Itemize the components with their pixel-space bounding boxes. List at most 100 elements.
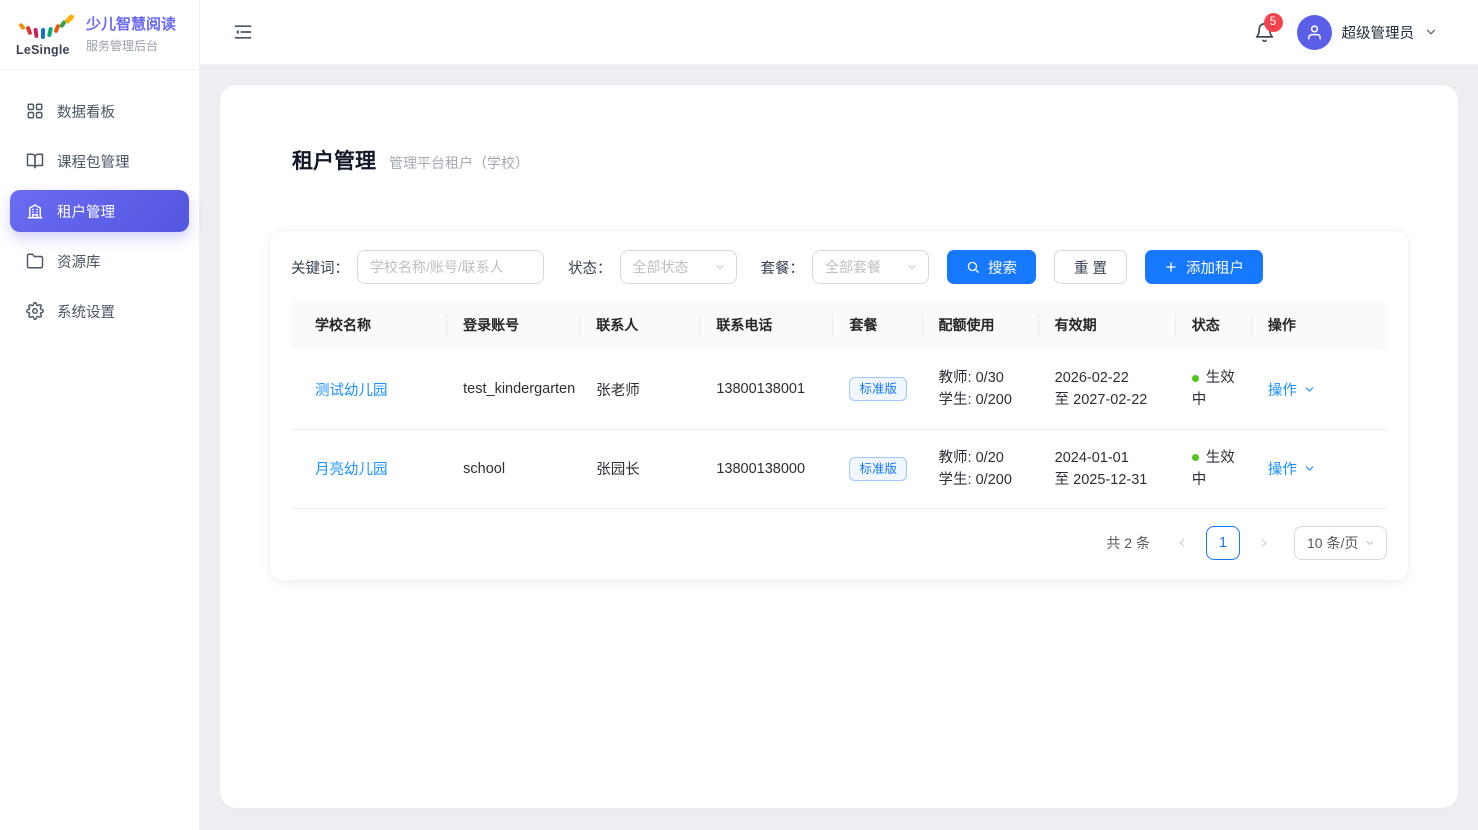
action-cell: 操作 xyxy=(1252,429,1387,508)
row-action-button[interactable]: 操作 xyxy=(1268,458,1316,479)
school-name-cell: 月亮幼儿园 xyxy=(291,429,447,508)
col-action: 操作 xyxy=(1252,300,1387,350)
chevron-down-icon xyxy=(906,261,918,273)
brand-title: 少儿智慧阅读 xyxy=(86,15,176,35)
sidebar-item-settings[interactable]: 系统设置 xyxy=(10,290,189,332)
page-subtitle: 管理平台租户（学校） xyxy=(389,153,529,173)
quota-teacher: 教师: 0/20 xyxy=(939,447,1027,469)
sidebar-menu: 数据看板 课程包管理 租户管理 资源库 xyxy=(0,70,199,352)
chevron-down-icon xyxy=(1424,25,1438,39)
sidebar-item-tenants[interactable]: 租户管理 xyxy=(10,190,189,232)
status-select-value: 全部状态 xyxy=(633,257,689,277)
quota-cell: 教师: 0/20学生: 0/200 xyxy=(923,429,1039,508)
package-cell: 标准版 xyxy=(833,429,922,508)
phone-cell: 13800138001 xyxy=(700,350,833,429)
sidebar-item-course-packages[interactable]: 课程包管理 xyxy=(10,140,189,182)
content-area: 租户管理 管理平台租户（学校） 关键词： 状态： 全部状态 xyxy=(200,65,1478,830)
reset-button-label: 重 置 xyxy=(1074,257,1107,278)
package-label: 套餐： xyxy=(761,257,805,278)
valid-from: 2024-01-01 xyxy=(1055,447,1164,469)
status-label: 状态： xyxy=(568,257,612,278)
status-cell: 生效中 xyxy=(1176,429,1252,508)
table-row: 月亮幼儿园 school 张园长 13800138000 标准版 教师: 0/2… xyxy=(291,429,1387,508)
gear-icon xyxy=(26,302,44,320)
sidebar: LeSingle 少儿智慧阅读 服务管理后台 数据看板 课程包管理 xyxy=(0,0,200,830)
valid-to: 至 2025-12-31 xyxy=(1055,469,1164,491)
notifications-button[interactable]: 5 xyxy=(1254,22,1275,43)
brand-logo-text: LeSingle xyxy=(16,43,70,57)
sidebar-collapse-button[interactable] xyxy=(233,22,253,42)
dashboard-icon xyxy=(26,102,44,120)
next-page-button[interactable] xyxy=(1250,527,1278,559)
row-action-label: 操作 xyxy=(1268,458,1297,479)
pagination-total: 共 2 条 xyxy=(1106,533,1150,553)
col-phone: 联系电话 xyxy=(700,300,833,350)
chevron-left-icon xyxy=(1175,536,1189,550)
school-name-link[interactable]: 月亮幼儿园 xyxy=(315,462,388,478)
col-contact: 联系人 xyxy=(580,300,700,350)
search-button[interactable]: 搜索 xyxy=(947,250,1036,284)
notification-badge: 5 xyxy=(1264,13,1283,32)
keyword-label: 关键词： xyxy=(291,257,349,278)
avatar xyxy=(1297,15,1332,50)
sidebar-item-label: 系统设置 xyxy=(57,301,115,322)
username: 超级管理员 xyxy=(1342,22,1415,43)
brand-text: 少儿智慧阅读 服务管理后台 xyxy=(86,15,176,54)
add-tenant-button[interactable]: 添加租户 xyxy=(1145,250,1263,284)
content-card: 租户管理 管理平台租户（学校） 关键词： 状态： 全部状态 xyxy=(220,85,1458,808)
col-status: 状态 xyxy=(1176,300,1252,350)
action-cell: 操作 xyxy=(1252,350,1387,429)
status-select[interactable]: 全部状态 xyxy=(620,250,737,284)
topbar-right: 5 超级管理员 xyxy=(1254,15,1439,50)
search-icon xyxy=(966,260,980,274)
keyword-input[interactable] xyxy=(357,250,544,284)
col-login-account: 登录账号 xyxy=(447,300,580,350)
contact-cell: 张园长 xyxy=(580,429,700,508)
user-menu[interactable]: 超级管理员 xyxy=(1297,15,1439,50)
package-cell: 标准版 xyxy=(833,350,922,429)
plus-icon xyxy=(1164,260,1178,274)
sidebar-item-label: 数据看板 xyxy=(57,101,115,122)
sidebar-item-label: 课程包管理 xyxy=(57,151,130,172)
table-panel: 关键词： 状态： 全部状态 套餐： 全部套餐 xyxy=(270,231,1408,580)
topbar: 5 超级管理员 xyxy=(200,0,1478,65)
book-icon xyxy=(26,152,44,170)
reset-button[interactable]: 重 置 xyxy=(1054,250,1127,284)
package-select[interactable]: 全部套餐 xyxy=(812,250,929,284)
sidebar-item-label: 租户管理 xyxy=(57,201,115,222)
account-cell: school xyxy=(447,429,580,508)
chevron-right-icon xyxy=(1257,536,1271,550)
contact-cell: 张老师 xyxy=(580,350,700,429)
page-1-button[interactable]: 1 xyxy=(1206,526,1240,560)
folder-icon xyxy=(26,252,44,270)
chevron-down-icon xyxy=(1364,537,1376,549)
sidebar-item-resources[interactable]: 资源库 xyxy=(10,240,189,282)
pagination: 共 2 条 1 10 条/页 xyxy=(291,526,1387,560)
building-icon xyxy=(26,202,44,220)
sidebar-item-label: 资源库 xyxy=(57,251,101,272)
app-root: LeSingle 少儿智慧阅读 服务管理后台 数据看板 课程包管理 xyxy=(0,0,1478,830)
sidebar-item-dashboard[interactable]: 数据看板 xyxy=(10,90,189,132)
main-column: 5 超级管理员 租户管理 管理平台租户（学校） xyxy=(200,0,1478,830)
package-tag: 标准版 xyxy=(849,377,907,401)
row-action-label: 操作 xyxy=(1268,379,1297,400)
tenants-table: 学校名称 登录账号 联系人 联系电话 套餐 配额使用 有效期 状态 操作 xyxy=(291,300,1387,509)
row-action-button[interactable]: 操作 xyxy=(1268,379,1316,400)
page-size-select[interactable]: 10 条/页 xyxy=(1294,526,1387,560)
brand-logo-icon: LeSingle xyxy=(16,13,74,57)
filter-bar: 关键词： 状态： 全部状态 套餐： 全部套餐 xyxy=(291,250,1387,284)
account-cell: test_kindergarten xyxy=(447,350,580,429)
chevron-down-icon xyxy=(714,261,726,273)
add-tenant-button-label: 添加租户 xyxy=(1186,257,1244,278)
quota-student: 学生: 0/200 xyxy=(939,389,1027,411)
col-quota: 配额使用 xyxy=(923,300,1039,350)
search-button-label: 搜索 xyxy=(988,257,1017,278)
package-select-value: 全部套餐 xyxy=(825,257,881,277)
school-name-cell: 测试幼儿园 xyxy=(291,350,447,429)
school-name-link[interactable]: 测试幼儿园 xyxy=(315,383,388,399)
chevron-down-icon xyxy=(1303,462,1316,475)
prev-page-button[interactable] xyxy=(1168,527,1196,559)
table-row: 测试幼儿园 test_kindergarten 张老师 13800138001 … xyxy=(291,350,1387,429)
status-dot xyxy=(1192,375,1199,382)
valid-to: 至 2027-02-22 xyxy=(1055,389,1164,411)
